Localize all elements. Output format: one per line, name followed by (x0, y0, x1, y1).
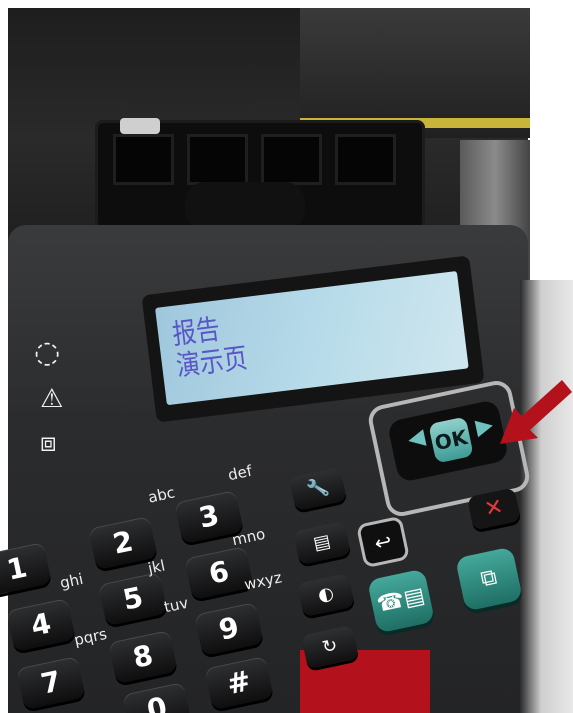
power-icon: ◌ (34, 335, 61, 370)
red-pointer-arrow (500, 380, 572, 444)
warning-icon: ⚠ (40, 384, 64, 414)
hinge-slot (261, 134, 322, 185)
printer-photo: 报告 演示页 ◌ ⚠ ⧈ 1 2 3 4 5 6 7 8 9 0 # abc d… (0, 0, 573, 713)
lcd-line-2: 演示页 (174, 341, 250, 383)
hinge-slot (187, 134, 248, 185)
panel-side-edge (520, 280, 573, 713)
hinge-slot (335, 134, 396, 185)
toner-icon: ⧈ (40, 428, 57, 458)
lcd-screen: 报告 演示页 (155, 270, 469, 406)
hinge-slot (113, 134, 174, 185)
ok-button[interactable]: OK (428, 416, 474, 464)
hinge-tab (185, 182, 305, 230)
key-letters-jkl: jkl (146, 556, 167, 578)
metal-screw (120, 118, 160, 134)
hinge-block (95, 120, 425, 230)
